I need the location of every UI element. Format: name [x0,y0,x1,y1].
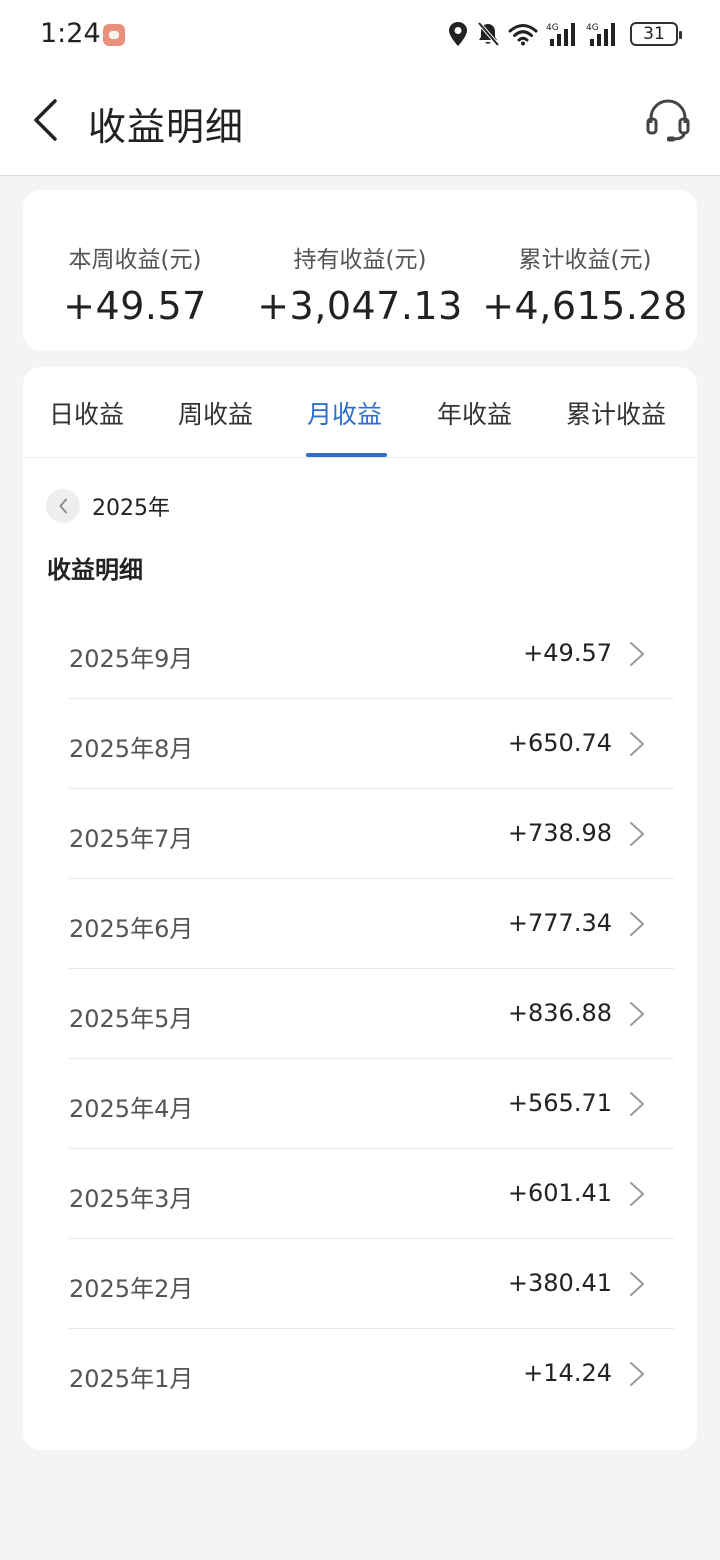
month-earnings-value: +777.34 [507,909,612,937]
headset-icon [646,99,690,142]
chevron-left-icon [34,99,57,141]
chevron-right-icon [630,822,644,846]
month-earnings-value: +650.74 [507,729,612,757]
month-earnings-value: +14.24 [523,1359,612,1387]
month-label: 2025年2月 [69,1275,194,1303]
month-label: 2025年1月 [69,1365,194,1393]
tab-monthly[interactable]: 月收益 [307,395,382,431]
tab-daily[interactable]: 日收益 [49,395,124,431]
earnings-detail-card: 日收益 周收益 月收益 年收益 累计收益 2025年 收益明细 2025年9月 +… [23,367,697,1450]
month-earnings-value: +738.98 [507,819,612,847]
monthly-earnings-list: 2025年9月 +49.57 2025年8月 +650.74 2025年7月 +738.9… [69,609,674,1419]
month-label: 2025年8月 [69,735,194,763]
year-label: 2025年 [92,496,170,521]
status-icons: 4G 4G 31 [448,20,682,48]
status-time: 1:24 [40,18,101,49]
signal-4g-icon: 4G [586,23,615,46]
summary-label: 累计收益(元) [518,247,652,273]
summary-value: +4,615.28 [482,284,688,328]
tab-weekly[interactable]: 周收益 [178,395,253,431]
month-label: 2025年7月 [69,825,194,853]
month-earnings-row[interactable]: 2025年2月 +380.41 [69,1239,674,1329]
battery-level: 31 [643,24,665,44]
month-earnings-row[interactable]: 2025年9月 +49.57 [69,609,674,699]
previous-year-button[interactable] [46,489,80,523]
month-label: 2025年6月 [69,915,194,943]
tab-cumulative[interactable]: 累计收益 [566,395,666,431]
month-earnings-row[interactable]: 2025年5月 +836.88 [69,969,674,1059]
title-bar: 收益明细 [0,70,720,176]
month-earnings-value: +565.71 [507,1089,612,1117]
status-bar: 1:24 4G 4G 31 [0,0,720,70]
earnings-summary-card: 本周收益(元) +49.57 持有收益(元) +3,047.13 累计收益(元)… [23,190,697,351]
customer-service-button[interactable] [642,94,694,146]
month-earnings-row[interactable]: 2025年7月 +738.98 [69,789,674,879]
battery-icon: 31 [630,22,682,46]
period-tabs: 日收益 周收益 月收益 年收益 累计收益 [23,367,697,458]
month-label: 2025年5月 [69,1005,194,1033]
month-label: 2025年4月 [69,1095,194,1123]
summary-cumulative: 累计收益(元) +4,615.28 [473,240,697,328]
month-earnings-row[interactable]: 2025年4月 +565.71 [69,1059,674,1149]
chevron-right-icon [630,1362,644,1386]
summary-holding: 持有收益(元) +3,047.13 [248,240,472,328]
section-title: 收益明细 [47,556,143,584]
location-icon [449,22,467,46]
page-title: 收益明细 [88,105,245,149]
month-earnings-row[interactable]: 2025年6月 +777.34 [69,879,674,969]
tab-yearly[interactable]: 年收益 [437,395,512,431]
app-notification-icon [103,24,125,46]
chevron-right-icon [630,1092,644,1116]
chevron-right-icon [630,912,644,936]
top-area: 1:24 4G 4G 31 收益明细 [0,0,720,176]
chevron-right-icon [630,1272,644,1296]
month-earnings-value: +49.57 [523,639,612,667]
month-earnings-value: +601.41 [507,1179,612,1207]
month-label: 2025年3月 [69,1185,194,1213]
signal-4g-icon: 4G [546,23,575,46]
month-earnings-row[interactable]: 2025年1月 +14.24 [69,1329,674,1419]
month-label: 2025年9月 [69,645,194,673]
chevron-right-icon [630,642,644,666]
month-earnings-row[interactable]: 2025年3月 +601.41 [69,1149,674,1239]
month-earnings-row[interactable]: 2025年8月 +650.74 [69,699,674,789]
chevron-right-icon [630,1002,644,1026]
summary-value: +49.57 [63,284,207,328]
summary-label: 本周收益(元) [68,247,202,273]
year-selector: 2025年 [46,489,170,523]
summary-weekly: 本周收益(元) +49.57 [23,240,247,328]
summary-value: +3,047.13 [257,284,463,328]
svg-text:4G: 4G [546,23,559,33]
bell-muted-icon [477,21,500,47]
summary-label: 持有收益(元) [293,247,427,273]
month-earnings-value: +836.88 [507,999,612,1027]
active-tab-indicator [306,453,387,457]
back-button[interactable] [20,92,70,148]
chevron-right-icon [630,1182,644,1206]
chevron-left-icon [59,498,67,514]
chevron-right-icon [630,732,644,756]
wifi-icon [508,24,538,46]
month-earnings-value: +380.41 [507,1269,612,1297]
svg-text:4G: 4G [586,23,599,33]
